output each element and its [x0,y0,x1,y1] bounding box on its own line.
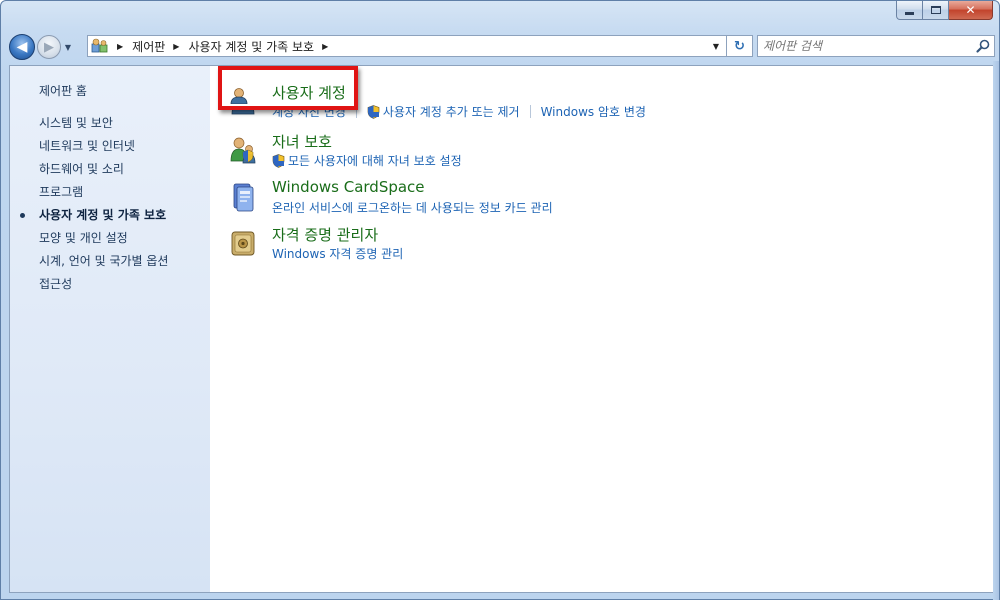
chevron-down-icon: ▼ [64,42,72,52]
breadcrumb-arrow-icon[interactable]: ▶ [173,42,179,51]
uac-shield-icon [272,153,285,168]
minimize-icon [905,11,914,15]
forward-button[interactable]: ▶ [37,35,61,59]
back-button[interactable]: ◀ [9,34,35,60]
back-arrow-icon: ◀ [16,39,28,55]
category-links: 온라인 서비스에 로그온하는 데 사용되는 정보 카드 관리 [272,199,553,216]
close-icon: ✕ [965,3,976,17]
breadcrumb-arrow-icon[interactable]: ▶ [117,42,123,51]
address-dropdown-button[interactable]: ▼ [708,36,724,56]
link-label: 모든 사용자에 대해 자녀 보호 설정 [288,154,462,168]
credential-manager-title-link[interactable]: 자격 증명 관리자 [272,224,378,245]
parental-controls-title-link[interactable]: 자녀 보호 [272,131,332,152]
user-accounts-title-link[interactable]: 사용자 계정 [272,82,346,103]
link-label: 온라인 서비스에 로그온하는 데 사용되는 정보 카드 관리 [272,201,553,215]
close-button[interactable]: ✕ [949,1,993,20]
link-label: Windows 암호 변경 [540,105,646,119]
breadcrumb-user-accounts[interactable]: 사용자 계정 및 가족 보호 [188,38,314,55]
sidebar-item-ease-of-access[interactable]: 접근성 [10,273,210,296]
credential-manager-icon[interactable] [230,228,256,258]
link-separator [529,105,531,118]
category-links: 모든 사용자에 대해 자녀 보호 설정 [272,152,462,169]
sidebar-item-programs[interactable]: 프로그램 [10,181,210,204]
cardspace-title-link[interactable]: Windows CardSpace [272,178,425,196]
category-links: Windows 자격 증명 관리 [272,245,403,262]
cardspace-icon[interactable] [230,182,256,212]
refresh-icon: ↻ [734,38,745,54]
search-input[interactable] [763,39,963,53]
sidebar-item-hardware-sound[interactable]: 하드웨어 및 소리 [10,158,210,181]
content-area: 제어판 홈 시스템 및 보안 네트워크 및 인터넷 하드웨어 및 소리 프로그램… [9,65,994,593]
sidebar-item-label: 사용자 계정 및 가족 보호 [39,208,167,222]
refresh-button[interactable]: ↻ [727,35,753,57]
search-icon[interactable] [975,38,991,54]
uac-shield-icon [367,104,380,119]
chevron-down-icon: ▼ [712,41,720,51]
link-label: Windows 자격 증명 관리 [272,247,404,261]
window-border [993,61,999,600]
control-panel-window: ✕ ◀ ▶ ▼ ▶ 제어판 ▶ 사용자 계정 및 가족 보호 ▶ ▼ ↻ 제어판… [0,0,1000,600]
minimize-button[interactable] [896,1,923,20]
maximize-button[interactable] [923,1,949,20]
add-remove-user-link[interactable]: 사용자 계정 추가 또는 제거 [367,103,520,120]
search-box[interactable] [757,35,995,57]
sidebar: 제어판 홈 시스템 및 보안 네트워크 및 인터넷 하드웨어 및 소리 프로그램… [10,66,210,592]
sidebar-item-system-security[interactable]: 시스템 및 보안 [10,112,210,135]
caption-buttons: ✕ [896,1,993,21]
recent-pages-dropdown[interactable]: ▼ [62,36,74,58]
forward-arrow-icon: ▶ [44,39,54,55]
parental-controls-icon[interactable] [230,135,256,165]
main-panel: 계정 사진 변경 사용자 계정 추가 또는 제거 Windows 암호 변경 사… [210,66,993,592]
maximize-icon [930,6,941,14]
control-panel-icon [91,38,108,53]
breadcrumb-arrow-icon[interactable]: ▶ [322,42,328,51]
active-bullet-icon [20,213,25,218]
sidebar-item-network-internet[interactable]: 네트워크 및 인터넷 [10,135,210,158]
breadcrumb-control-panel[interactable]: 제어판 [132,38,165,55]
manage-windows-credentials-link[interactable]: Windows 자격 증명 관리 [272,245,403,262]
manage-info-cards-link[interactable]: 온라인 서비스에 로그온하는 데 사용되는 정보 카드 관리 [272,199,553,216]
navigation-bar: ◀ ▶ ▼ ▶ 제어판 ▶ 사용자 계정 및 가족 보호 ▶ ▼ ↻ [9,33,995,61]
change-windows-password-link[interactable]: Windows 암호 변경 [541,103,646,120]
sidebar-item-appearance[interactable]: 모양 및 개인 설정 [10,227,210,250]
set-parental-controls-link[interactable]: 모든 사용자에 대해 자녀 보호 설정 [272,152,462,169]
sidebar-item-control-panel-home[interactable]: 제어판 홈 [10,80,210,103]
sidebar-item-user-accounts[interactable]: 사용자 계정 및 가족 보호 [10,204,210,227]
link-label: 사용자 계정 추가 또는 제거 [382,105,520,119]
user-accounts-icon-overlay [230,86,248,104]
address-bar[interactable]: ▶ 제어판 ▶ 사용자 계정 및 가족 보호 ▶ ▼ [87,35,727,57]
sidebar-item-clock-language[interactable]: 시계, 언어 및 국가별 옵션 [10,250,210,273]
